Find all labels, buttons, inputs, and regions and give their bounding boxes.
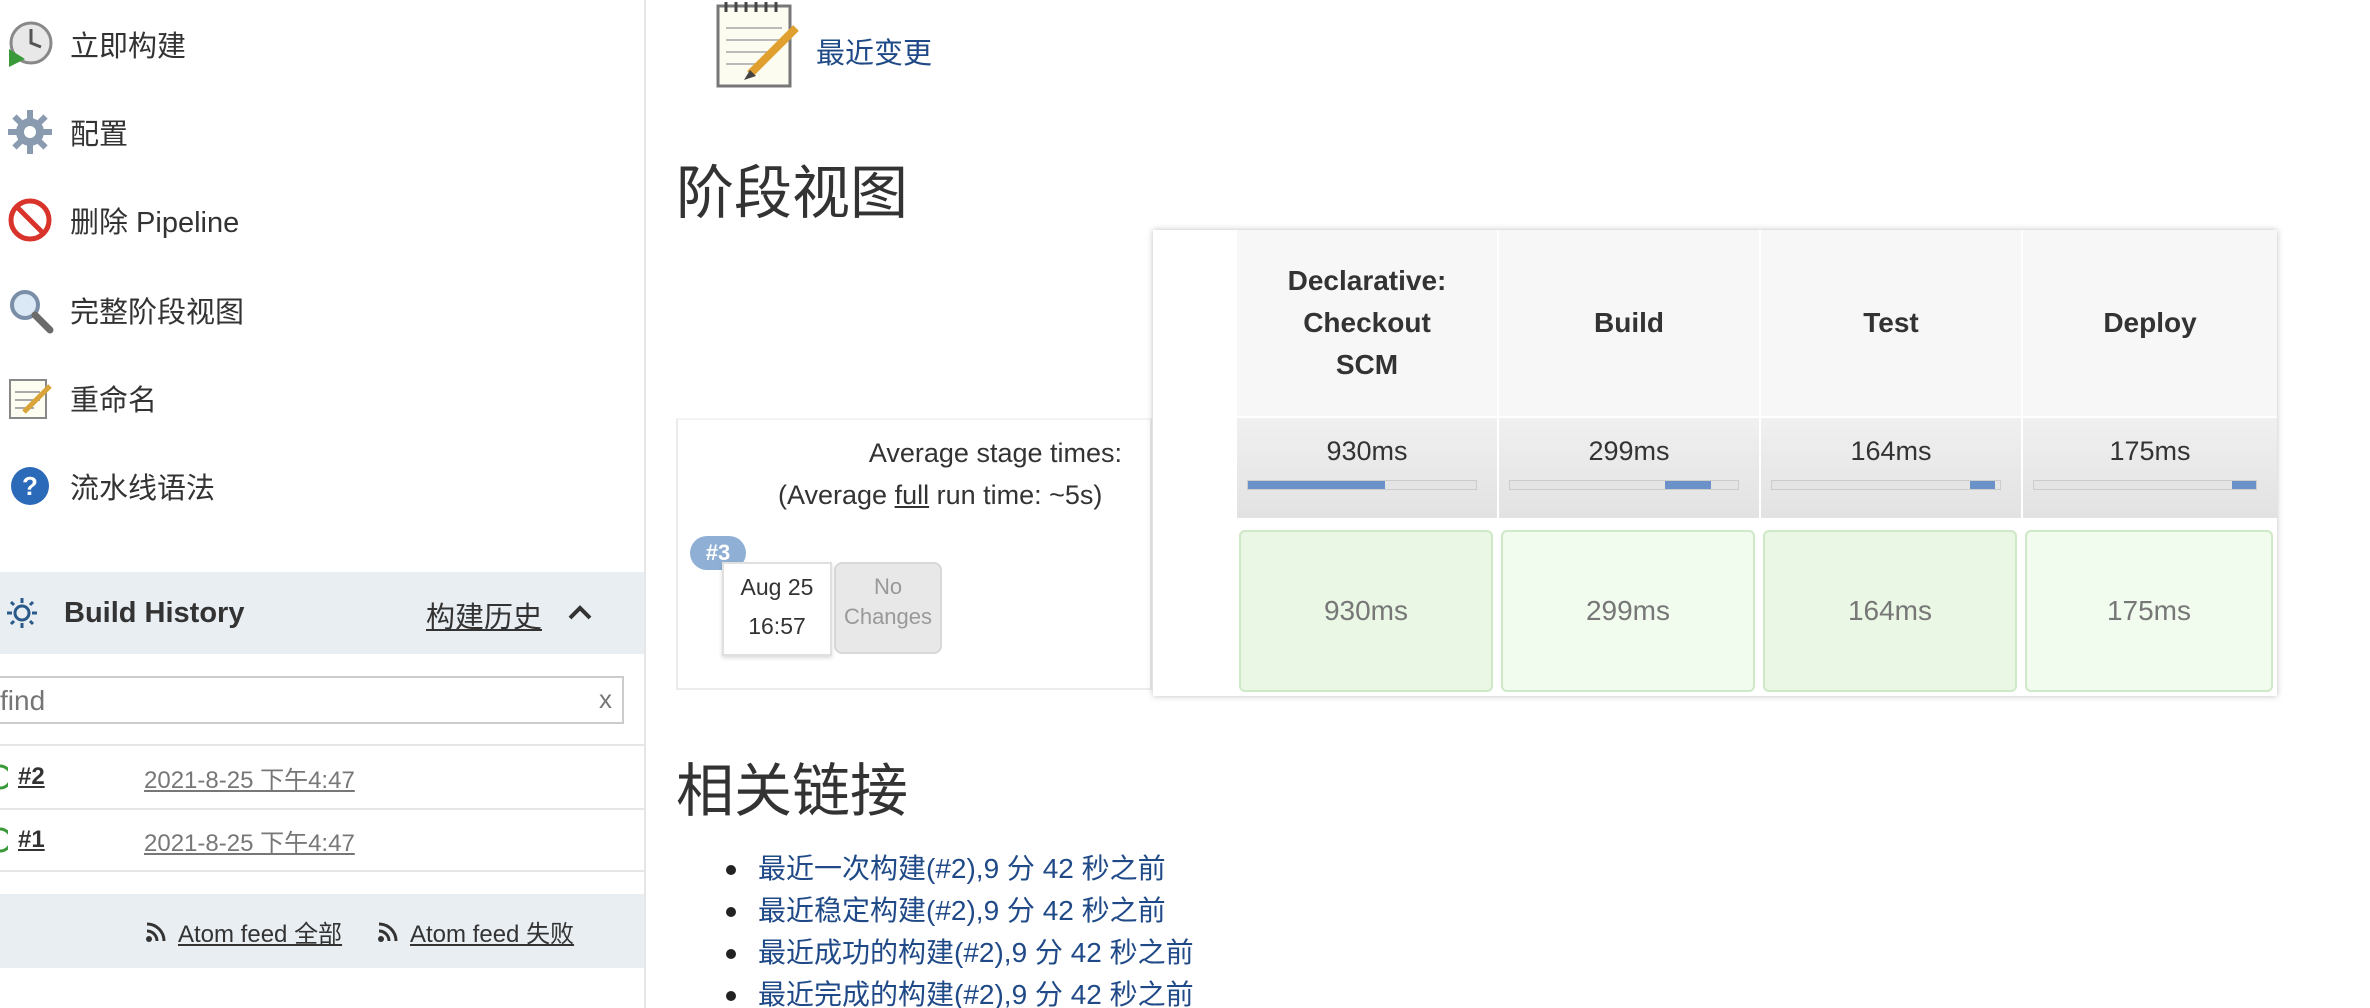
stage-name-line: Declarative: [1287, 265, 1447, 296]
build-date-link[interactable]: 2021-8-25 下午4:47 [144, 823, 355, 858]
avg-prefix: (Average [778, 480, 895, 510]
build-time: 16:57 [748, 613, 806, 639]
task-build-now[interactable]: 立即构建 [0, 14, 640, 74]
stage-avg-bar-fill [2231, 481, 2256, 489]
atom-feed-label: Atom feed 失败 [410, 921, 575, 948]
stage-name-line: SCM [1335, 349, 1399, 380]
no-changes-box: No Changes [834, 562, 942, 654]
stage-view-heading: 阶段视图 [676, 159, 909, 227]
list-item: 最近完成的构建(#2),9 分 42 秒之前 [726, 974, 1194, 1008]
stage-name-line: Checkout [1303, 307, 1431, 338]
stage-avg-time: 164ms [1850, 436, 1932, 466]
stage-avg-bar [1509, 480, 1739, 490]
stage-avg-bar-fill [1248, 481, 1385, 489]
stage-avg-bar [1247, 480, 1477, 490]
table-row: #1 2021-8-25 下午4:47 [0, 808, 644, 872]
stage-avg-build: 299ms [1497, 418, 1759, 518]
stage-cell-test[interactable]: 164ms [1763, 530, 2017, 692]
build-number-link[interactable]: #2 [18, 763, 45, 791]
stage-avg-bar-fill [1970, 481, 1996, 489]
stage-avg-bar-fill [1665, 481, 1711, 489]
no-changes-line2: Changes [843, 604, 933, 629]
related-link[interactable]: 最近稳定构建(#2),9 分 42 秒之前 [758, 895, 1166, 926]
success-status-icon [0, 825, 8, 855]
list-item: 最近一次构建(#2),9 分 42 秒之前 [726, 848, 1194, 890]
no-changes-line1: No [873, 574, 903, 599]
rss-icon [378, 922, 398, 942]
no-entry-icon [2, 192, 58, 248]
build-number-link[interactable]: #1 [18, 826, 45, 854]
task-rename[interactable]: 重命名 [0, 368, 640, 428]
build-history-icon [0, 591, 44, 635]
stage-avg-test: 164ms [1759, 418, 2021, 518]
table-row: #2 2021-8-25 下午4:47 [0, 744, 644, 808]
chevron-up-icon[interactable] [562, 594, 598, 630]
stage-table: Declarative: Checkout SCM Build Test Dep… [1153, 230, 2277, 696]
stage-cell-build[interactable]: 299ms [1501, 530, 1755, 692]
task-label: 删除 Pipeline [70, 207, 240, 239]
stage-cell-deploy[interactable]: 175ms [2025, 530, 2273, 692]
task-configure[interactable]: 配置 [0, 102, 640, 162]
stage-cell-checkout[interactable]: 930ms [1239, 530, 1493, 692]
stage-avg-checkout: 930ms [1235, 418, 1497, 518]
atom-feed-all-link[interactable]: Atom feed 全部 [144, 914, 342, 949]
stage-header-checkout: Declarative: Checkout SCM [1235, 230, 1497, 416]
stage-avg-bar [1771, 480, 2001, 490]
related-link[interactable]: 最近完成的构建(#2),9 分 42 秒之前 [758, 979, 1194, 1008]
avg-full-link[interactable]: full [895, 480, 930, 510]
build-date-box[interactable]: Aug 25 16:57 [722, 562, 832, 656]
rss-icon [146, 922, 166, 942]
task-label: 完整阶段视图 [70, 297, 245, 329]
magnifier-icon [2, 282, 58, 338]
svg-text:?: ? [22, 471, 38, 501]
build-date-link[interactable]: 2021-8-25 下午4:47 [144, 760, 355, 795]
list-item: 最近成功的构建(#2),9 分 42 秒之前 [726, 932, 1194, 974]
stage-avg-time: 175ms [2109, 436, 2191, 466]
stage-header-test: Test [1759, 230, 2021, 416]
build-history-header: Build History 构建历史 [0, 572, 644, 654]
notepad-icon [2, 370, 58, 426]
stage-avg-bar [2033, 480, 2257, 490]
list-item: 最近稳定构建(#2),9 分 42 秒之前 [726, 890, 1194, 932]
avg-suffix: run time: ~5s) [929, 480, 1103, 510]
atom-feeds-bar: Atom feed 全部 Atom feed 失败 [0, 894, 644, 968]
average-stage-times-label: Average stage times: [868, 438, 1122, 468]
recent-changes-link[interactable]: 最近变更 [816, 30, 932, 72]
task-full-stage-view[interactable]: 完整阶段视图 [0, 280, 640, 340]
notepad-icon [712, 0, 802, 90]
gear-icon [2, 104, 58, 160]
related-link[interactable]: 最近成功的构建(#2),9 分 42 秒之前 [758, 937, 1194, 968]
atom-feed-failures-link[interactable]: Atom feed 失败 [376, 914, 574, 949]
task-label: 配置 [70, 119, 129, 151]
build-date: Aug 25 [740, 574, 814, 600]
clear-search-icon[interactable]: x [599, 684, 612, 715]
related-links-list: 最近一次构建(#2),9 分 42 秒之前 最近稳定构建(#2),9 分 42 … [726, 848, 1194, 1008]
success-status-icon [0, 762, 8, 792]
build-search-box: x [0, 676, 624, 724]
average-full-run-time-label: (Average full run time: ~5s) [778, 480, 1102, 511]
help-icon: ? [2, 458, 58, 514]
task-label: 立即构建 [70, 31, 187, 63]
clock-build-icon [2, 16, 58, 72]
stage-header-deploy: Deploy [2021, 230, 2277, 416]
stage-avg-time: 299ms [1588, 436, 1670, 466]
task-delete-pipeline[interactable]: 删除 Pipeline [0, 190, 640, 250]
atom-feed-label: Atom feed 全部 [178, 921, 343, 948]
stage-avg-time: 930ms [1326, 436, 1408, 466]
task-label: 流水线语法 [70, 473, 216, 505]
sidebar: 立即构建 配置 删除 Pipeline 完整阶段视图 重命名 ? 流水线语法 B… [0, 0, 646, 1008]
task-label: 重命名 [70, 385, 158, 417]
related-links-heading: 相关链接 [676, 757, 909, 825]
task-pipeline-syntax[interactable]: ? 流水线语法 [0, 456, 640, 516]
stage-header-build: Build [1497, 230, 1759, 416]
related-link[interactable]: 最近一次构建(#2),9 分 42 秒之前 [758, 853, 1166, 884]
stage-avg-deploy: 175ms [2021, 418, 2277, 518]
build-history-title: Build History [64, 596, 245, 629]
build-search-input[interactable] [0, 682, 580, 720]
build-history-trend-link[interactable]: 构建历史 [426, 594, 542, 636]
